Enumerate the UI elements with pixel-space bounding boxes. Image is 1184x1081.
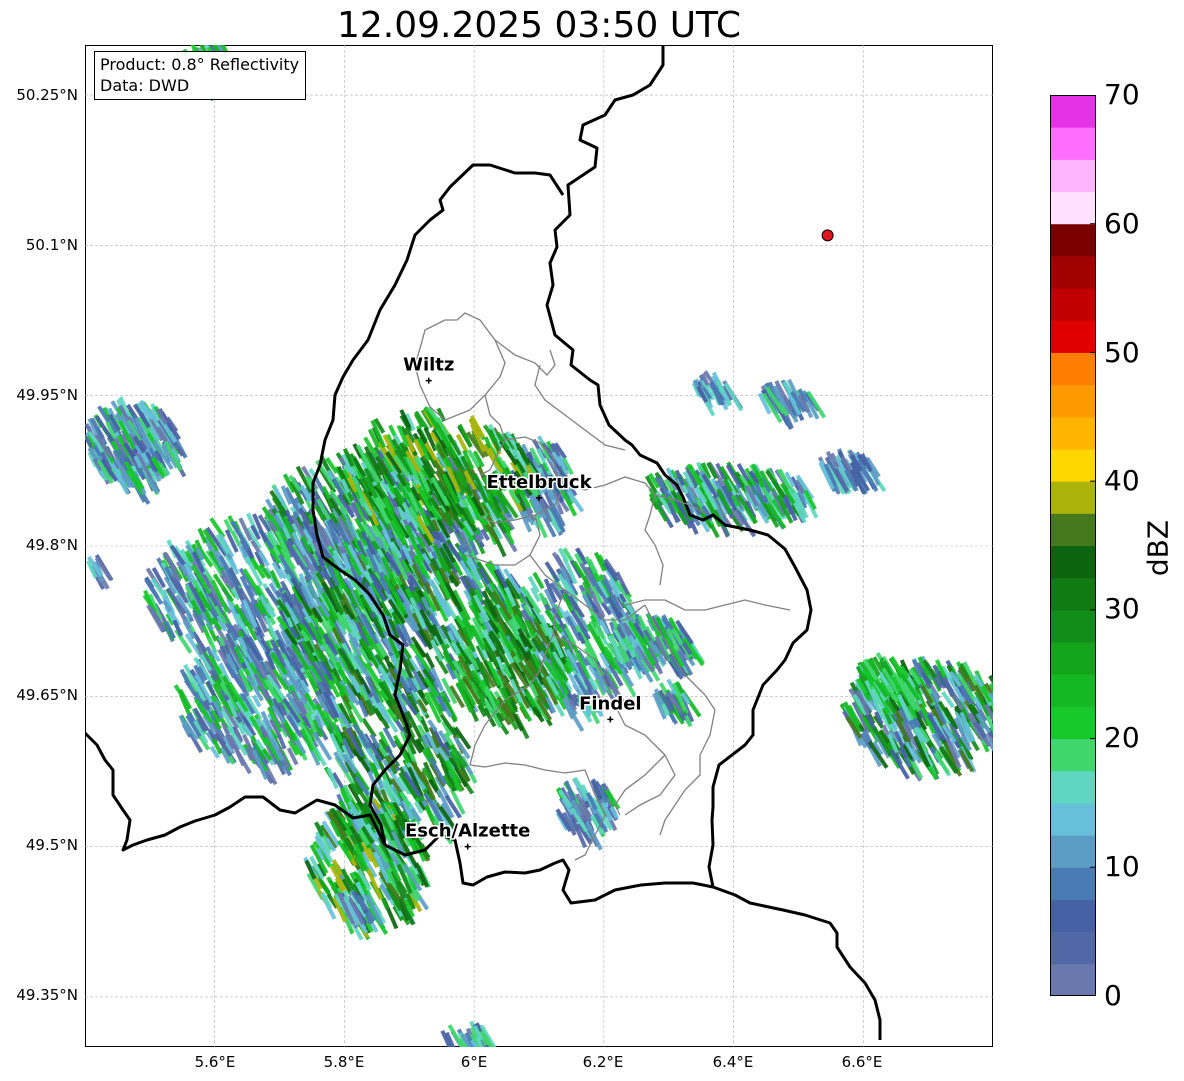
colorbar-swatch <box>1050 448 1096 482</box>
radar-map[interactable]: Wiltz Ettelbruck Findel Esch/Alzette <box>85 45 993 1047</box>
colorbar-swatch <box>1050 416 1096 450</box>
lat-tick: 49.5°N <box>25 836 78 854</box>
product-label: Product: 0.8° Reflectivity <box>100 55 300 74</box>
city-label: Ettelbruck <box>486 472 592 493</box>
colorbar-tick: 0 <box>1104 979 1122 1012</box>
colorbar-swatch <box>1050 159 1096 193</box>
lon-tick: 6.4°E <box>712 1053 754 1071</box>
radar-site-dot <box>821 229 834 242</box>
colorbar-swatch <box>1050 127 1096 160</box>
colorbar-swatch <box>1050 191 1096 225</box>
colorbar-swatch <box>1050 352 1096 386</box>
colorbar-swatch <box>1050 674 1096 707</box>
lat-tick: 49.35°N <box>16 986 78 1004</box>
colorbar-swatch <box>1050 867 1096 900</box>
colorbar-tick: 20 <box>1104 721 1140 754</box>
colorbar-swatch <box>1050 770 1096 804</box>
data-source-label: Data: DWD <box>100 76 190 95</box>
radar-site-marker <box>821 229 834 242</box>
city-label: Findel <box>579 693 642 714</box>
colorbar-swatch <box>1050 320 1096 353</box>
colorbar-swatch <box>1050 577 1096 611</box>
lat-tick: 50.25°N <box>16 86 78 104</box>
colorbar-tick: 50 <box>1104 336 1140 369</box>
colorbar-swatch <box>1050 738 1096 772</box>
colorbar <box>1050 95 1096 996</box>
colorbar-tick: 30 <box>1104 592 1140 625</box>
lon-tick: 5.8°E <box>323 1053 365 1071</box>
colorbar-swatch <box>1050 95 1096 128</box>
colorbar-swatch <box>1050 255 1096 289</box>
lat-tick: 49.65°N <box>16 686 78 704</box>
colorbar-swatch <box>1050 835 1096 868</box>
lon-tick: 6°E <box>460 1053 488 1071</box>
lat-tick: 49.95°N <box>16 386 78 404</box>
colorbar-swatch <box>1050 899 1096 933</box>
colorbar-swatch <box>1050 802 1096 836</box>
colorbar-swatch <box>1050 223 1096 257</box>
colorbar-swatch <box>1050 513 1096 546</box>
colorbar-swatch <box>1050 931 1096 965</box>
lon-tick: 6.2°E <box>582 1053 624 1071</box>
colorbar-label: dBZ <box>1141 519 1175 577</box>
colorbar-tick: 40 <box>1104 464 1140 497</box>
lat-tick: 50.1°N <box>25 236 78 254</box>
colorbar-swatch <box>1050 288 1096 321</box>
colorbar-tick: 10 <box>1104 850 1140 883</box>
lon-tick: 6.6°E <box>841 1053 883 1071</box>
lat-tick: 49.8°N <box>25 536 78 554</box>
colorbar-tick: 60 <box>1104 207 1140 240</box>
colorbar-swatch <box>1050 706 1096 740</box>
colorbar-swatch <box>1050 384 1096 418</box>
lon-tick: 5.6°E <box>194 1053 236 1071</box>
colorbar-swatch <box>1050 963 1096 996</box>
map-title: 12.09.2025 03:50 UTC <box>336 5 742 46</box>
colorbar-tick: 70 <box>1104 78 1140 111</box>
colorbar-swatch <box>1050 481 1096 514</box>
colorbar-swatch <box>1050 642 1096 675</box>
city-label: Esch/Alzette <box>405 821 530 842</box>
city-label: Wiltz <box>403 355 454 376</box>
product-info-box: Product: 0.8° Reflectivity Data: DWD <box>94 51 307 100</box>
colorbar-swatch <box>1050 609 1096 643</box>
colorbar-swatch <box>1050 545 1096 579</box>
